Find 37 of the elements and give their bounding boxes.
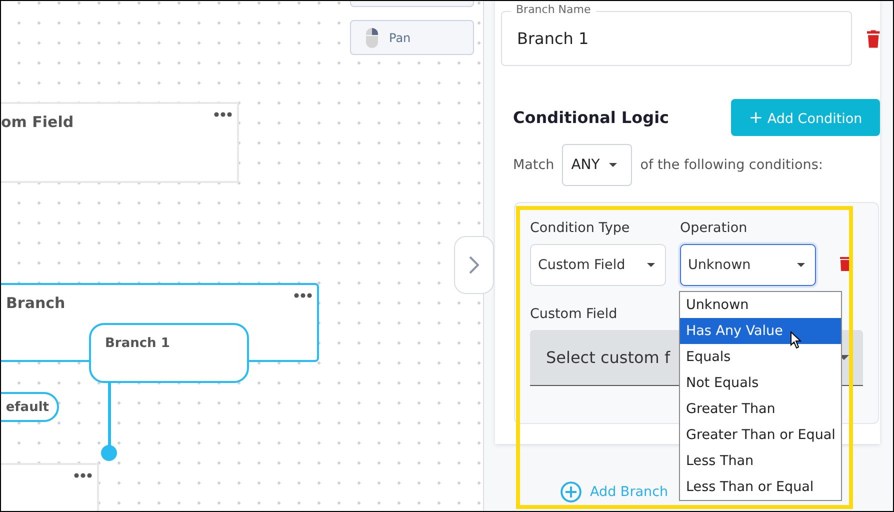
- branch-pill[interactable]: Branch 1: [89, 323, 249, 383]
- branch-name-field[interactable]: Branch Name Branch 1: [501, 3, 852, 66]
- node-title: om Field: [1, 113, 74, 131]
- branch-pill[interactable]: efault: [1, 392, 59, 422]
- match-label: Match: [513, 157, 554, 173]
- field-label: Condition Type: [530, 220, 631, 236]
- menu-option[interactable]: Unknown: [680, 292, 841, 318]
- caret-icon: [797, 263, 805, 267]
- mouse-icon: [365, 26, 379, 48]
- caret-icon: [647, 263, 655, 267]
- section-title: Conditional Logic: [513, 108, 670, 127]
- operation-select[interactable]: Unknown: [680, 244, 816, 286]
- caret-icon: [608, 163, 617, 167]
- condition-type-select[interactable]: Custom Field: [530, 244, 666, 286]
- menu-option[interactable]: Has Any Value: [680, 318, 841, 344]
- pan-button[interactable]: Pan: [350, 20, 474, 55]
- menu-option[interactable]: Greater Than: [680, 396, 841, 422]
- plus-circle-icon: [560, 481, 582, 503]
- field-label: Branch Name: [511, 3, 596, 16]
- chevron-right-icon: [469, 256, 479, 274]
- more-icon[interactable]: [74, 473, 92, 478]
- match-select[interactable]: ANY: [562, 144, 632, 186]
- trash-icon[interactable]: [867, 30, 880, 48]
- match-suffix: of the following conditions:: [640, 157, 823, 173]
- trash-icon[interactable]: [840, 257, 850, 271]
- menu-option[interactable]: Equals: [680, 344, 841, 370]
- node-title: Branch: [6, 294, 66, 312]
- branch-label: efault: [6, 400, 49, 414]
- branch-label: Branch 1: [105, 336, 170, 351]
- more-icon[interactable]: [214, 112, 232, 117]
- menu-option[interactable]: Greater Than or Equal: [680, 422, 841, 448]
- menu-option[interactable]: Less Than or Equal: [680, 474, 841, 500]
- field-label: Custom Field: [530, 306, 618, 322]
- cursor-icon: [790, 331, 802, 349]
- more-icon[interactable]: [294, 293, 312, 298]
- field-label: Operation: [680, 220, 748, 236]
- menu-option[interactable]: Less Than: [680, 448, 841, 474]
